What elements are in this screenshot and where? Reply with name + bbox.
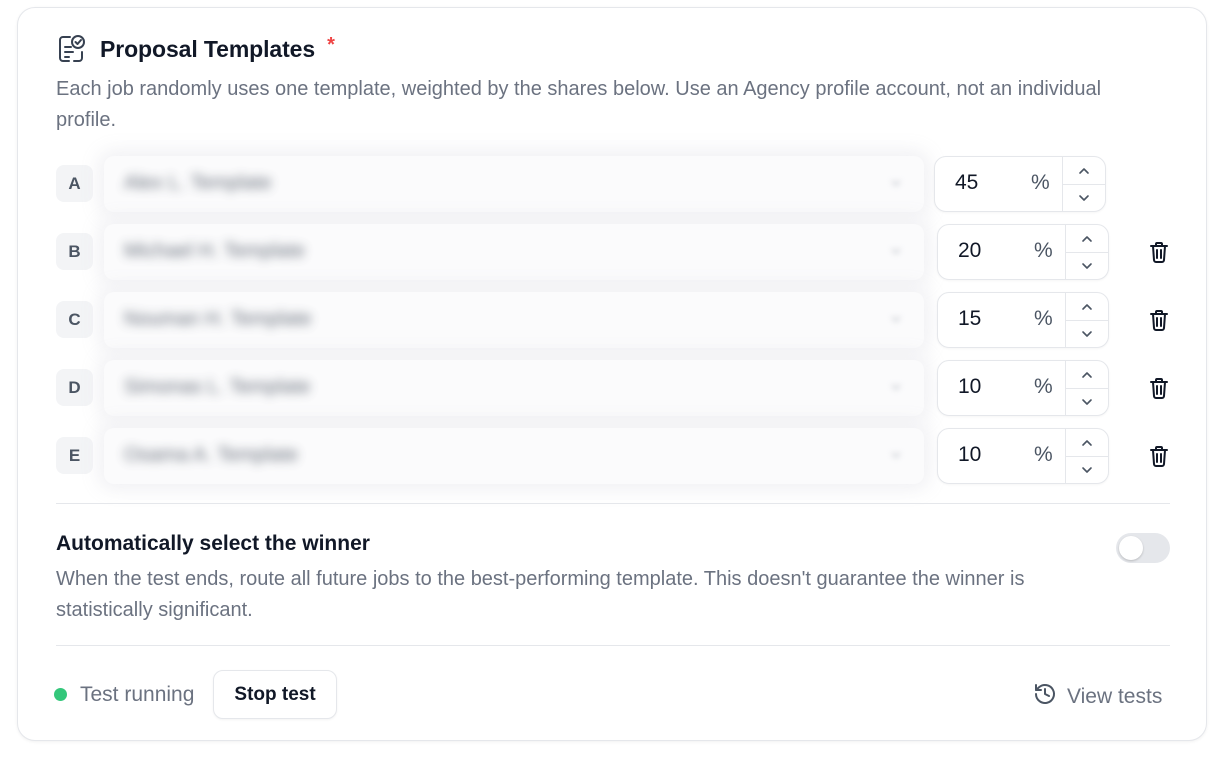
share-stepper (1065, 361, 1108, 415)
template-row: D Simonas L. Template 10% (56, 360, 1168, 416)
template-row: C Nouman H. Template 15% (56, 292, 1168, 348)
chevron-up-icon (1082, 303, 1092, 310)
share-value: 45 (955, 171, 979, 194)
increment-button[interactable] (1066, 293, 1108, 321)
view-tests-label: View tests (1067, 685, 1163, 708)
view-tests-link[interactable]: View tests (1033, 682, 1162, 712)
test-status-bar: Test running Stop test (54, 670, 337, 719)
template-letter-badge: A (56, 165, 93, 202)
template-select-value: Simonas L. Template (124, 376, 311, 398)
decrement-button[interactable] (1066, 320, 1108, 347)
chevron-down-icon (888, 447, 904, 463)
chevron-down-icon (1082, 330, 1092, 337)
share-stepper (1065, 429, 1108, 483)
page-title: Proposal Templates (100, 35, 316, 62)
auto-winner-description: When the test ends, route all future job… (56, 568, 1025, 621)
template-select-value: Osama A. Template (124, 444, 299, 466)
chevron-down-icon (888, 379, 904, 395)
share-percent-input[interactable]: 15% (937, 292, 1109, 348)
chevron-down-icon (888, 243, 904, 259)
template-select-value: Nouman H. Template (124, 308, 312, 330)
share-percent-input[interactable]: 10% (937, 360, 1109, 416)
increment-button[interactable] (1066, 429, 1108, 457)
decrement-button[interactable] (1066, 388, 1108, 415)
share-percent-input[interactable]: 10% (937, 428, 1109, 484)
chevron-up-icon (1082, 371, 1092, 378)
chevron-down-icon (1079, 194, 1089, 201)
share-value: 10 (958, 443, 982, 466)
chevron-up-icon (1082, 439, 1092, 446)
decrement-button[interactable] (1066, 456, 1108, 483)
template-select-value: Alex L. Template (124, 172, 272, 194)
delete-template-button[interactable] (1148, 376, 1170, 400)
template-letter-badge: D (56, 369, 93, 406)
share-stepper (1065, 293, 1108, 347)
toggle-knob (1119, 536, 1143, 560)
trash-icon (1150, 242, 1168, 263)
chevron-up-icon (1079, 167, 1089, 174)
template-select-value: Michael H. Template (124, 240, 305, 262)
auto-winner-title: Automatically select the winner (56, 532, 370, 555)
template-letter-badge: B (56, 233, 93, 270)
percent-sign: % (1031, 171, 1050, 194)
status-dot (54, 688, 67, 701)
chevron-down-icon (1082, 398, 1092, 405)
share-stepper (1065, 225, 1108, 279)
proposal-templates-card: Proposal Templates * Each job randomly u… (17, 7, 1207, 741)
share-value: 10 (958, 375, 982, 398)
decrement-button[interactable] (1066, 252, 1108, 279)
delete-template-button[interactable] (1148, 308, 1170, 332)
share-value: 20 (958, 239, 982, 262)
divider (56, 503, 1170, 504)
template-select[interactable]: Osama A. Template (104, 428, 924, 484)
chevron-down-icon (888, 311, 904, 327)
increment-button[interactable] (1063, 157, 1105, 185)
percent-sign: % (1034, 375, 1053, 398)
delete-template-button[interactable] (1148, 444, 1170, 468)
chevron-up-icon (1082, 235, 1092, 242)
percent-sign: % (1034, 443, 1053, 466)
share-stepper (1062, 157, 1105, 211)
increment-button[interactable] (1066, 361, 1108, 389)
template-row: E Osama A. Template 10% (56, 428, 1168, 484)
delete-template-button[interactable] (1148, 240, 1170, 264)
divider (56, 645, 1170, 646)
template-select[interactable]: Michael H. Template (104, 224, 924, 280)
auto-winner-toggle[interactable] (1116, 533, 1170, 563)
share-value: 15 (958, 307, 982, 330)
trash-icon (1150, 310, 1168, 331)
template-select[interactable]: Alex L. Template (104, 156, 924, 212)
template-check-icon (56, 34, 86, 64)
trash-icon (1150, 446, 1168, 467)
template-row: B Michael H. Template 20% (56, 224, 1168, 280)
decrement-button[interactable] (1063, 184, 1105, 211)
stop-test-button[interactable]: Stop test (213, 670, 337, 719)
chevron-down-icon (1082, 466, 1092, 473)
percent-sign: % (1034, 239, 1053, 262)
template-letter-badge: C (56, 301, 93, 338)
trash-icon (1150, 378, 1168, 399)
history-icon (1033, 682, 1057, 712)
template-select[interactable]: Simonas L. Template (104, 360, 924, 416)
share-percent-input[interactable]: 20% (937, 224, 1109, 280)
status-text: Test running (80, 682, 195, 706)
share-percent-input[interactable]: 45% (934, 156, 1106, 212)
card-header: Proposal Templates * (56, 34, 335, 64)
increment-button[interactable] (1066, 225, 1108, 253)
percent-sign: % (1034, 307, 1053, 330)
template-select[interactable]: Nouman H. Template (104, 292, 924, 348)
chevron-down-icon (1082, 262, 1092, 269)
required-indicator: * (327, 33, 335, 56)
chevron-down-icon (888, 175, 904, 191)
section-description: Each job randomly uses one template, wei… (56, 78, 1102, 131)
template-letter-badge: E (56, 437, 93, 474)
template-row: A Alex L. Template 45% (56, 156, 1166, 212)
